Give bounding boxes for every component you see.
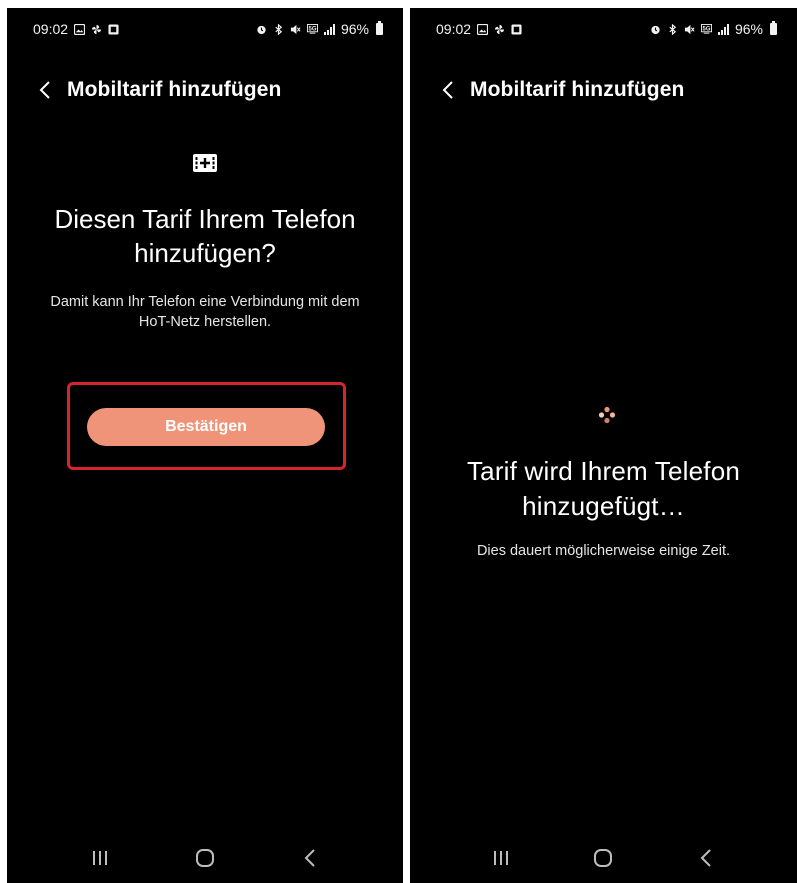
pinwheel-notification-icon [494, 24, 505, 34]
app-header: Mobiltarif hinzufügen [7, 70, 403, 110]
back-nav-icon [700, 849, 711, 867]
back-nav-button[interactable] [686, 838, 726, 878]
confirm-button[interactable]: Bestätigen [87, 408, 325, 446]
loading-spinner-icon [598, 406, 616, 424]
recent-apps-button[interactable] [80, 838, 120, 878]
mute-icon [684, 24, 695, 34]
battery-icon [376, 21, 383, 35]
mute-icon [290, 24, 301, 34]
5g-icon: 5G [306, 23, 318, 34]
phone-screen-progress: 09:02 5G 96% Mobiltarif hinzufügen Tarif… [410, 8, 797, 883]
sim-add-icon [193, 154, 217, 172]
app-header: Mobiltarif hinzufügen [410, 70, 797, 110]
battery-percentage: 96% [340, 21, 369, 37]
back-button[interactable] [428, 70, 468, 110]
status-time: 09:02 [436, 21, 472, 37]
navigation-bar [410, 833, 797, 883]
page-title: Mobiltarif hinzufügen [67, 78, 282, 101]
progress-title: Tarif wird Ihrem Telefon hinzugefügt… [466, 456, 741, 521]
navigation-bar [7, 833, 403, 883]
home-button[interactable] [583, 838, 623, 878]
back-icon [39, 81, 50, 99]
gallery-notification-icon [477, 23, 489, 35]
status-bar: 09:02 5G 96% [410, 18, 797, 40]
recent-apps-icon [494, 851, 509, 865]
home-button[interactable] [185, 838, 225, 878]
bluetooth-icon [275, 23, 283, 35]
recent-apps-icon [92, 851, 107, 865]
progress-description: Dies dauert möglicherweise einige Zeit. [476, 543, 731, 559]
home-icon [195, 849, 214, 867]
back-button[interactable] [25, 70, 65, 110]
screenshot-notification-icon [511, 23, 522, 35]
screenshot-notification-icon [108, 23, 119, 35]
phone-screen-confirm: 09:02 5G 96% Mobiltarif hinzufügen Diese… [7, 8, 403, 883]
battery-icon [770, 21, 777, 35]
recent-apps-button[interactable] [481, 838, 521, 878]
confirmation-description: Damit kann Ihr Telefon eine Verbindung m… [50, 294, 360, 330]
gallery-notification-icon [74, 23, 86, 35]
status-time: 09:02 [33, 21, 69, 37]
5g-icon: 5G [700, 23, 712, 34]
svg-text:5G: 5G [309, 26, 317, 32]
back-icon [442, 81, 453, 99]
svg-text:5G: 5G [703, 26, 711, 32]
status-bar: 09:02 5G 96% [7, 18, 403, 40]
battery-percentage: 96% [734, 21, 763, 37]
back-nav-button[interactable] [290, 838, 330, 878]
alarm-icon [257, 25, 266, 34]
signal-strength-icon [717, 23, 729, 35]
page-title: Mobiltarif hinzufügen [470, 78, 685, 101]
bluetooth-icon [669, 23, 677, 35]
alarm-icon [651, 25, 660, 34]
signal-strength-icon [323, 23, 335, 35]
home-icon [594, 849, 613, 867]
confirmation-headline: Diesen Tarif Ihrem Telefon hinzufügen? [54, 204, 356, 268]
pinwheel-notification-icon [91, 24, 102, 34]
back-nav-icon [304, 849, 316, 867]
